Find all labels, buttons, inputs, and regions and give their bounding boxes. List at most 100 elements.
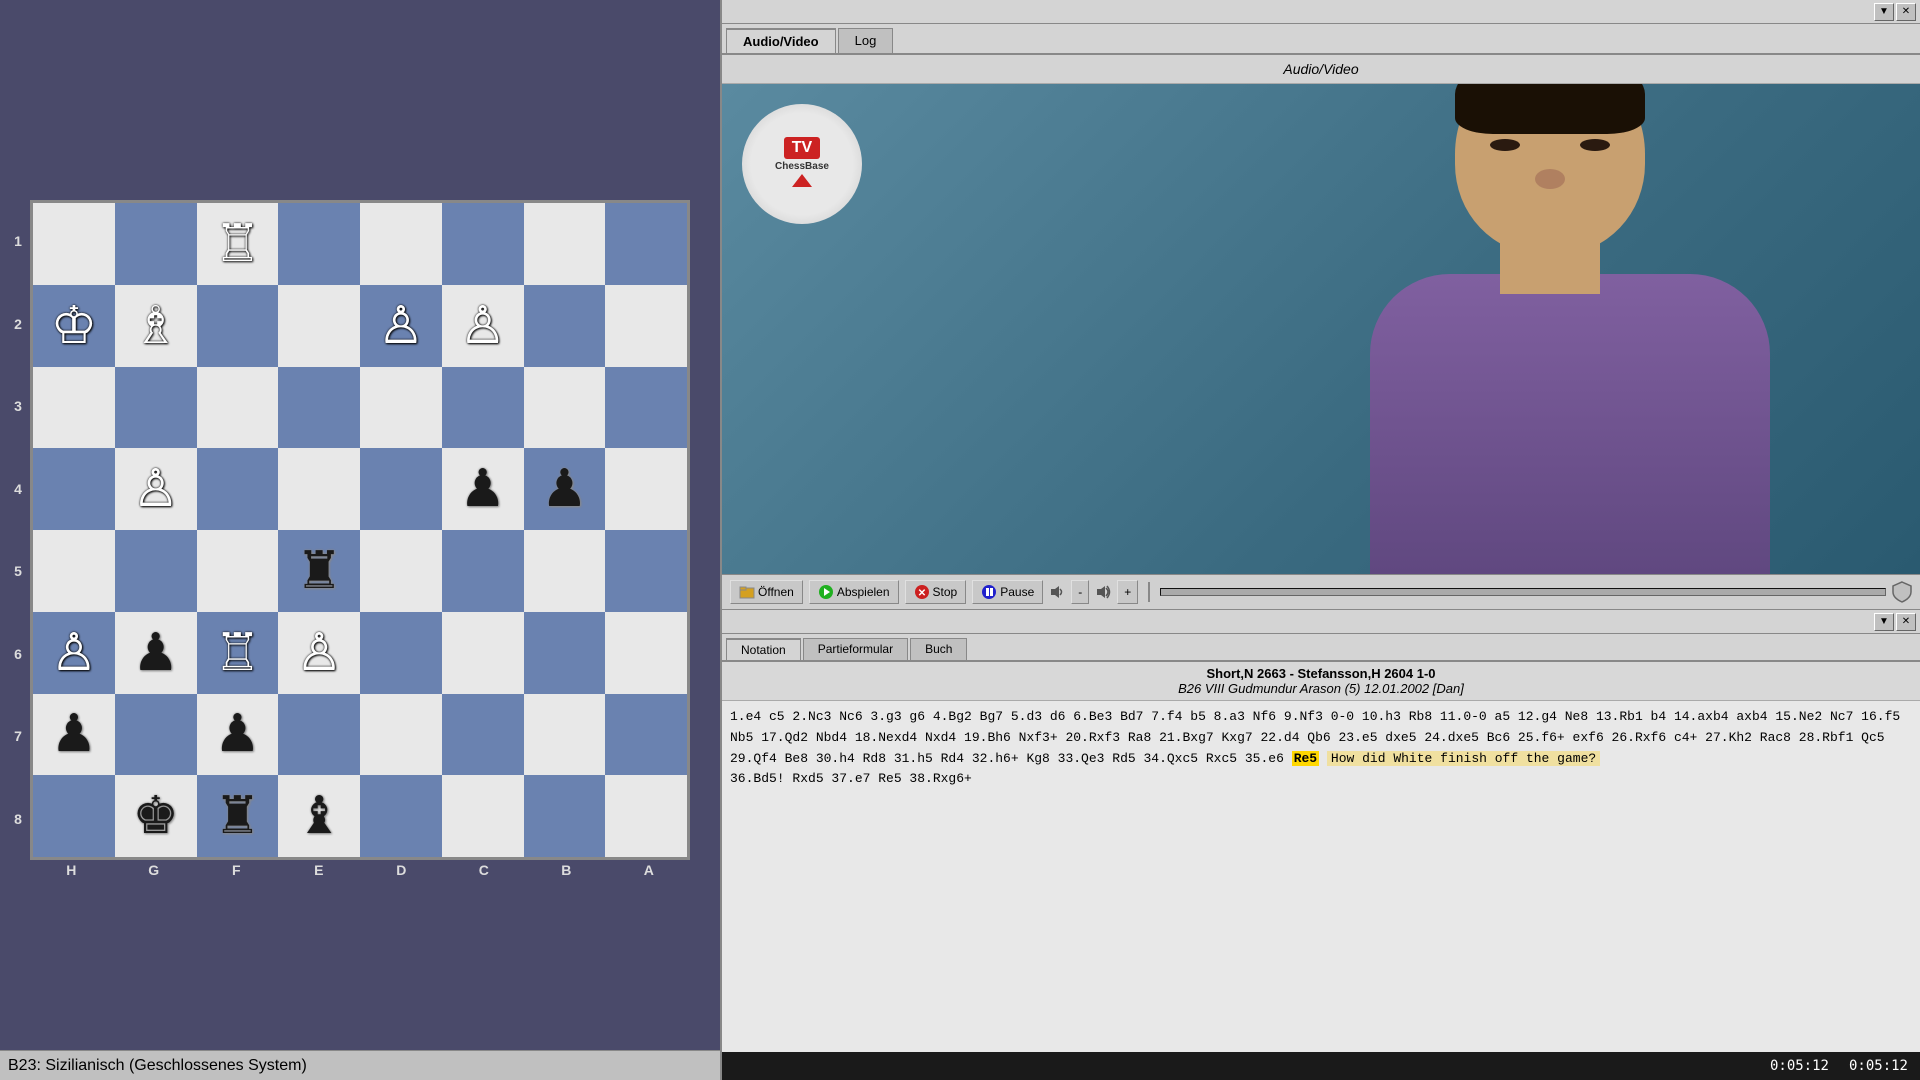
piece-white-king-h2: ♔ [51,300,98,352]
square-f6[interactable]: ♖ [197,612,279,694]
square-b8[interactable] [524,775,606,857]
square-h6[interactable]: ♙ [33,612,115,694]
square-h1[interactable] [33,203,115,285]
square-c6[interactable] [442,612,524,694]
chess-board-container[interactable]: ♖ ♔ ♗ ♙ ♙ [30,200,690,860]
notation-close-button[interactable]: ✕ [1896,613,1916,631]
square-d3[interactable] [360,367,442,449]
square-d8[interactable] [360,775,442,857]
square-d6[interactable] [360,612,442,694]
rank-7: 7 [8,695,28,778]
chess-board[interactable]: ♖ ♔ ♗ ♙ ♙ [33,203,687,857]
square-e7[interactable] [278,694,360,776]
volume-down-button[interactable]: - [1071,580,1089,604]
notation-minimize-button[interactable]: ▼ [1874,613,1894,631]
square-g4[interactable]: ♙ [115,448,197,530]
square-a8[interactable] [605,775,687,857]
tab-buch[interactable]: Buch [910,638,967,660]
square-f8[interactable]: ♜ [197,775,279,857]
square-e5[interactable]: ♜ [278,530,360,612]
hair-shape [1455,84,1645,134]
tab-notation[interactable]: Notation [726,638,801,660]
square-d7[interactable] [360,694,442,776]
stop-button[interactable]: ✕ Stop [905,580,967,604]
square-f5[interactable] [197,530,279,612]
square-g2[interactable]: ♗ [115,285,197,367]
left-panel: 1 2 3 4 5 6 7 8 ♖ ♔ ♗ [0,0,720,1080]
square-f2[interactable] [197,285,279,367]
square-a2[interactable] [605,285,687,367]
square-d2[interactable]: ♙ [360,285,442,367]
moves-area[interactable]: 1.e4 c5 2.Nc3 Nc6 3.g3 g6 4.Bg2 Bg7 5.d3… [722,701,1920,1052]
progress-slider[interactable] [1160,588,1886,596]
square-e3[interactable] [278,367,360,449]
square-b5[interactable] [524,530,606,612]
controls-bar: Öffnen Abspielen ✕ Stop Pause [722,574,1920,610]
square-b6[interactable] [524,612,606,694]
square-e2[interactable] [278,285,360,367]
tab-partieformular[interactable]: Partieformular [803,638,908,660]
square-e6[interactable]: ♙ [278,612,360,694]
play-button[interactable]: Abspielen [809,580,899,604]
square-d4[interactable] [360,448,442,530]
square-a7[interactable] [605,694,687,776]
svg-text:✕: ✕ [917,588,925,599]
square-h7[interactable]: ♟ [33,694,115,776]
square-b1[interactable] [524,203,606,285]
notation-panel-bar: ▼ ✕ [722,610,1920,634]
square-c1[interactable] [442,203,524,285]
time-bar: 0:05:12 0:05:12 [722,1052,1920,1080]
piece-white-bishop-g2: ♗ [132,300,179,352]
square-g1[interactable] [115,203,197,285]
file-b: B [525,862,608,878]
square-g5[interactable] [115,530,197,612]
square-b4[interactable]: ♟ [524,448,606,530]
square-h8[interactable] [33,775,115,857]
square-c3[interactable] [442,367,524,449]
rank-labels: 1 2 3 4 5 6 7 8 [8,200,28,860]
square-b2[interactable] [524,285,606,367]
square-c7[interactable] [442,694,524,776]
square-h3[interactable] [33,367,115,449]
square-f4[interactable] [197,448,279,530]
square-b3[interactable] [524,367,606,449]
chessbase-label: ChessBase [775,161,829,172]
square-c4[interactable]: ♟ [442,448,524,530]
square-c8[interactable] [442,775,524,857]
square-a6[interactable] [605,612,687,694]
square-f3[interactable] [197,367,279,449]
square-a5[interactable] [605,530,687,612]
square-e4[interactable] [278,448,360,530]
square-c2[interactable]: ♙ [442,285,524,367]
square-a3[interactable] [605,367,687,449]
pause-button[interactable]: Pause [972,580,1043,604]
close-button[interactable]: ✕ [1896,3,1916,21]
open-button[interactable]: Öffnen [730,580,803,604]
square-f1[interactable]: ♖ [197,203,279,285]
square-d5[interactable] [360,530,442,612]
minimize-button[interactable]: ▼ [1874,3,1894,21]
tab-bar: Audio/Video Log [722,24,1920,55]
square-c5[interactable] [442,530,524,612]
square-b7[interactable] [524,694,606,776]
square-a4[interactable] [605,448,687,530]
square-h5[interactable] [33,530,115,612]
square-a1[interactable] [605,203,687,285]
square-d1[interactable] [360,203,442,285]
highlight-move: Re5 [1292,751,1319,766]
square-g6[interactable]: ♟ [115,612,197,694]
piece-white-pawn-e6: ♙ [296,627,343,679]
square-g7[interactable] [115,694,197,776]
square-e8[interactable]: ♝ [278,775,360,857]
tab-log[interactable]: Log [838,28,894,53]
square-f7[interactable]: ♟ [197,694,279,776]
tab-audiovideo[interactable]: Audio/Video [726,28,836,53]
volume-up-button[interactable]: + [1117,580,1138,604]
square-h4[interactable] [33,448,115,530]
piece-black-pawn-b4: ♟ [541,463,588,515]
square-g3[interactable] [115,367,197,449]
square-e1[interactable] [278,203,360,285]
square-h2[interactable]: ♔ [33,285,115,367]
square-g8[interactable]: ♚ [115,775,197,857]
volume-icon [1049,584,1065,600]
